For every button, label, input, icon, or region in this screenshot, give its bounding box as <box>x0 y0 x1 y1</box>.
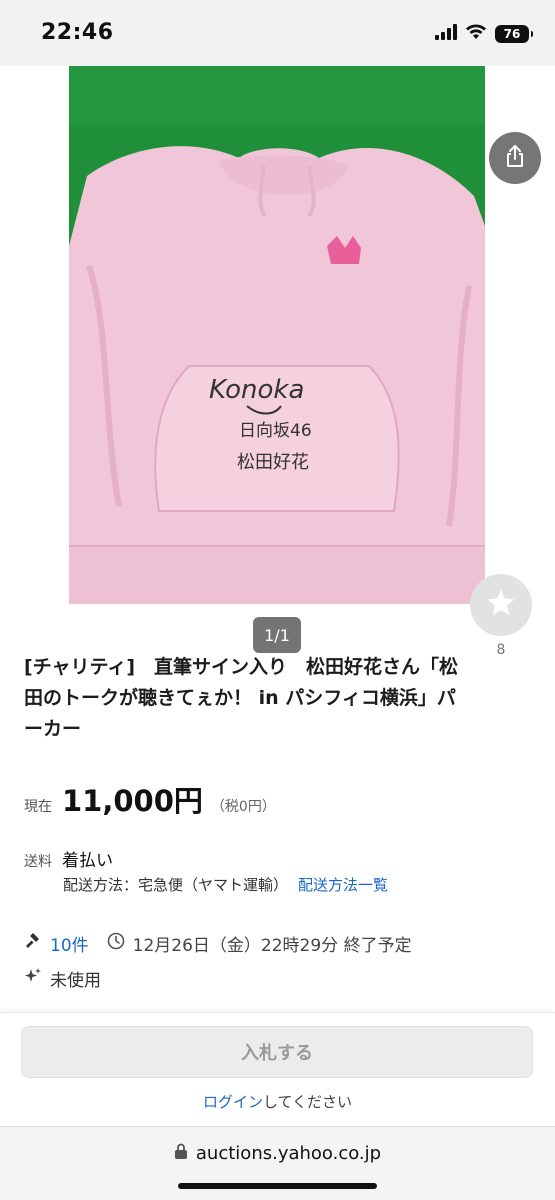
login-prompt: ログインしてください <box>0 1091 555 1112</box>
shipping-method-text: 配送方法：宅急便（ヤマト運輸） <box>63 876 289 894</box>
item-title: [チャリティ] 直筆サイン入り 松田好花さん「松田のトークが聴きてぇか！ in … <box>24 656 459 740</box>
wifi-icon <box>465 24 487 44</box>
login-link[interactable]: ログイン <box>203 1093 263 1111</box>
status-time: 22:46 <box>41 20 114 45</box>
share-button[interactable] <box>489 132 541 184</box>
hoodie-image: Konoka 日向坂46 松田好花 <box>69 66 485 604</box>
shipping-label: 送料 <box>24 854 52 870</box>
sparkle-icon <box>24 967 42 990</box>
svg-text:松田好花: 松田好花 <box>237 452 309 473</box>
star-icon <box>485 587 517 623</box>
bid-count-link[interactable]: 10件 <box>50 931 89 956</box>
watch-button[interactable] <box>470 574 532 636</box>
price-label: 現在 <box>24 799 52 815</box>
price-row: 現在 11,000円 （税0円） <box>24 778 276 820</box>
item-condition: 未使用 <box>50 971 101 991</box>
shipping-value: 着払い <box>62 851 113 871</box>
shipping-methods-link[interactable]: 配送方法一覧 <box>298 876 388 894</box>
clock-icon <box>107 932 125 955</box>
current-price: 11,000円 <box>62 784 203 818</box>
shipping-row: 送料 着払い <box>24 846 113 871</box>
lock-icon <box>174 1143 188 1164</box>
svg-text:Konoka: Konoka <box>209 375 304 405</box>
image-counter: 1/1 <box>253 617 301 653</box>
svg-text:日向坂46: 日向坂46 <box>239 421 312 441</box>
url-display[interactable]: auctions.yahoo.co.jp <box>0 1143 555 1164</box>
auction-meta-row: 10件 12月26日（金）22時29分 終了予定 <box>24 931 412 956</box>
tax-amount: （税0円） <box>210 799 276 815</box>
home-indicator[interactable] <box>178 1183 377 1189</box>
browser-url-bar[interactable]: auctions.yahoo.co.jp <box>0 1126 555 1200</box>
status-bar: 22:46 76 <box>0 0 555 66</box>
bid-action-area: 入札する ログインしてください <box>0 1012 555 1126</box>
url-text: auctions.yahoo.co.jp <box>195 1143 382 1164</box>
login-prompt-text: してください <box>262 1093 353 1111</box>
battery-icon: 76 <box>495 25 533 43</box>
end-time: 12月26日（金）22時29分 終了予定 <box>132 936 412 956</box>
item-photo[interactable]: Konoka 日向坂46 松田好花 <box>69 66 485 604</box>
shipping-method: 配送方法：宅急便（ヤマト運輸） 配送方法一覧 <box>63 874 388 895</box>
share-icon <box>504 144 526 172</box>
watch-count: 8 <box>496 642 506 658</box>
bid-button[interactable]: 入札する <box>21 1026 533 1078</box>
status-icons: 76 <box>435 24 533 44</box>
condition-row: 未使用 <box>24 966 101 991</box>
cellular-signal-icon <box>435 24 457 44</box>
gavel-icon <box>24 932 42 955</box>
photo-gallery[interactable]: Konoka 日向坂46 松田好花 1/1 <box>0 66 555 653</box>
